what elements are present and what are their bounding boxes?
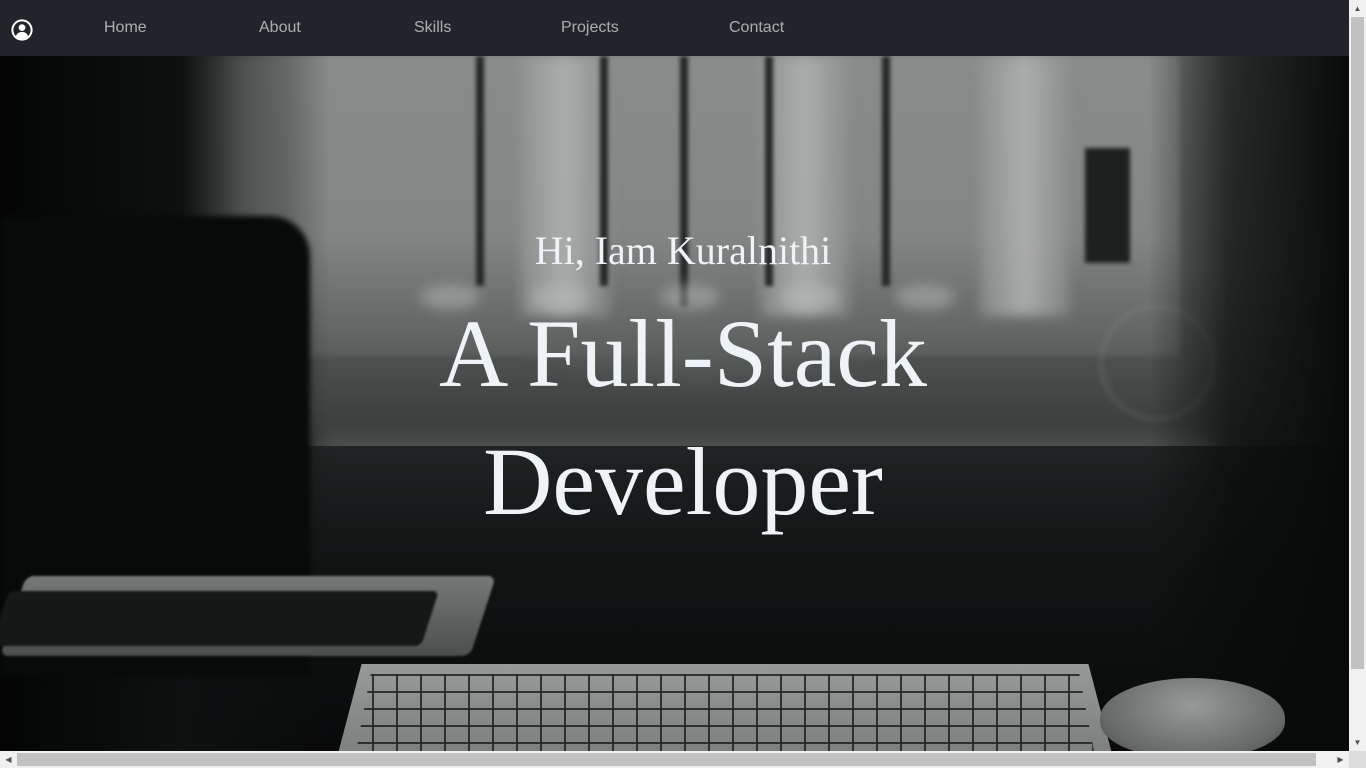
vertical-scrollbar[interactable]: ▲ ▼ (1349, 0, 1366, 751)
scroll-down-arrow-icon[interactable]: ▼ (1349, 734, 1366, 751)
nav-link-projects[interactable]: Projects (561, 18, 619, 38)
scroll-right-arrow-icon[interactable]: ▶ (1332, 751, 1349, 768)
profile-brand-link[interactable] (11, 19, 33, 41)
nav-link-home[interactable]: Home (104, 18, 147, 38)
nav-link-skills[interactable]: Skills (414, 18, 451, 38)
scroll-up-arrow-icon[interactable]: ▲ (1349, 0, 1366, 17)
hero-headline-line-1: A Full-Stack (438, 300, 927, 407)
hero-headline: A Full-Stack Developer (0, 290, 1349, 546)
hero-greeting: Hi, Iam Kuralnithi (534, 228, 832, 273)
nav-link-contact[interactable]: Contact (729, 18, 784, 38)
hero-headline-line-2: Developer (483, 428, 883, 535)
horizontal-scrollbar[interactable]: ◀ ▶ (0, 751, 1349, 768)
browser-viewport: Home About Skills Projects Contact Hi, I… (0, 0, 1349, 751)
scrollbar-corner (1349, 751, 1366, 768)
navbar: Home About Skills Projects Contact (0, 0, 1349, 56)
nav-link-about[interactable]: About (259, 18, 301, 38)
horizontal-scroll-thumb[interactable] (17, 753, 1316, 766)
vertical-scroll-thumb[interactable] (1351, 17, 1364, 669)
scroll-left-arrow-icon[interactable]: ◀ (0, 751, 17, 768)
user-circle-icon (11, 19, 33, 41)
